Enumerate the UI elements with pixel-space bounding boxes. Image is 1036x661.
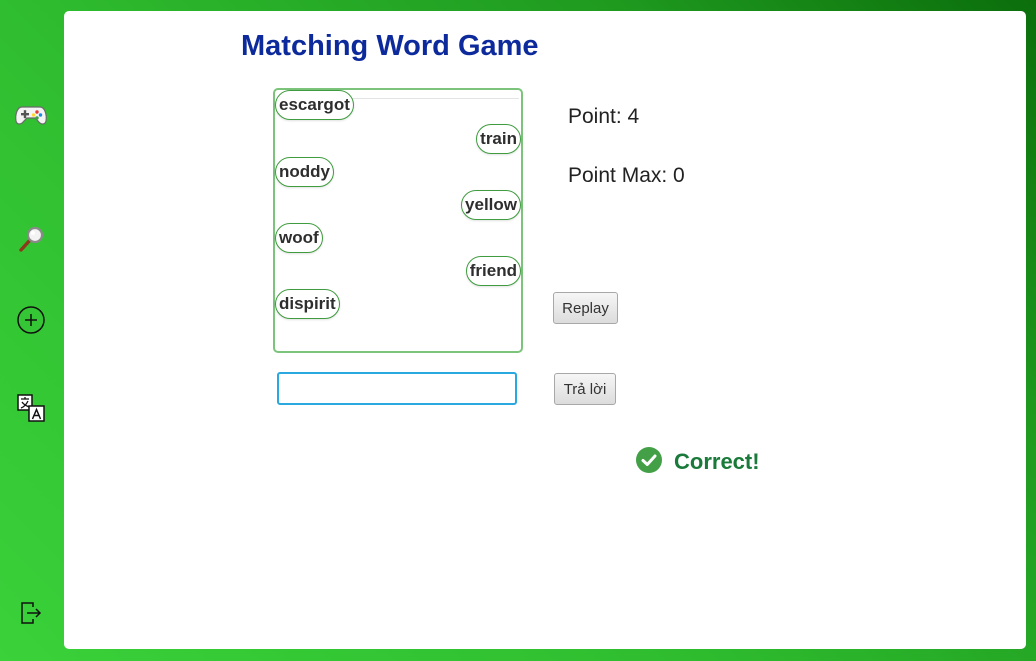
check-circle-icon [635, 446, 663, 478]
answer-input[interactable] [277, 372, 517, 405]
result-text: Correct! [674, 449, 760, 474]
search-icon [16, 224, 46, 258]
word-bubble[interactable]: noddy [275, 157, 334, 187]
submit-answer-button[interactable]: Trả lời [554, 373, 616, 405]
sidebar-item-search[interactable] [12, 222, 50, 260]
replay-button[interactable]: Replay [553, 292, 618, 324]
point-label: Point: 4 [568, 105, 640, 128]
result-message: Correct! [635, 446, 760, 478]
word-bubble[interactable]: train [476, 124, 521, 154]
word-bubble[interactable]: escargot [275, 90, 354, 120]
sidebar [0, 0, 64, 661]
gamepad-icon [14, 103, 48, 131]
sidebar-item-game[interactable] [12, 98, 50, 136]
word-bubble[interactable]: friend [465, 256, 521, 286]
word-bubble[interactable]: yellow [461, 190, 521, 220]
point-max-label: Point Max: 0 [568, 164, 685, 187]
add-circle-icon [16, 305, 46, 339]
word-bubble[interactable]: woof [275, 223, 323, 253]
sidebar-item-translate[interactable] [12, 391, 50, 429]
word-bubble[interactable]: dispirit [275, 289, 340, 319]
main-panel: Matching Word Game escargot train noddy … [64, 11, 1026, 649]
page-title: Matching Word Game [241, 30, 539, 62]
sidebar-item-logout[interactable] [12, 596, 50, 634]
word-box: escargot train noddy yellow woof friend … [273, 88, 523, 353]
sidebar-item-add[interactable] [12, 303, 50, 341]
divider [335, 98, 519, 99]
translate-icon [16, 393, 46, 427]
logout-icon [18, 600, 44, 630]
